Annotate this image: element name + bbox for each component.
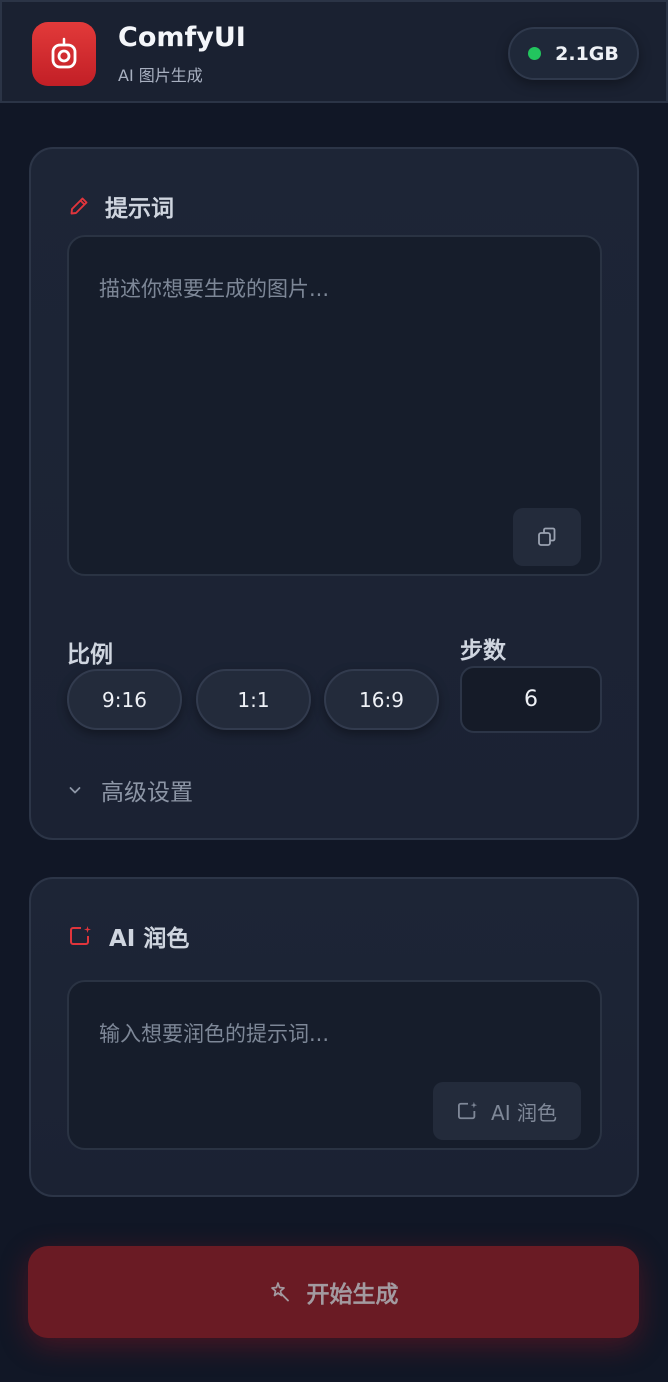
prompt-input[interactable]: 描述你想要生成的图片... [67,235,602,576]
ratio-button-16-9[interactable]: 16:9 [324,669,439,730]
generate-button[interactable]: 开始生成 [28,1246,639,1338]
prompt-title-label: 提示词 [105,196,174,222]
ai-polish-button-label: AI 润色 [491,1100,557,1125]
app-header: ComfyUI AI 图片生成 2.1GB [0,0,668,103]
ratio-button-1-1[interactable]: 1:1 [196,669,311,730]
ratio-label: 比例 [67,642,113,668]
status-dot-icon [528,47,542,60]
sparkle-image-icon [458,1101,478,1120]
steps-input[interactable]: 6 [460,666,602,733]
camera-icon [51,37,77,69]
copy-button[interactable] [513,508,581,566]
polish-section-title: AI 润色 [69,919,189,953]
generate-button-label: 开始生成 [306,1282,399,1308]
app-title: ComfyUI [118,22,246,53]
prompt-section-title: 提示词 [69,189,174,223]
wand-icon [270,1282,289,1302]
polish-title-label: AI 润色 [109,926,190,952]
steps-label: 步数 [460,638,506,664]
advanced-settings-toggle[interactable]: 高级设置 [67,773,193,807]
chevron-down-icon [69,787,81,794]
memory-status-badge[interactable]: 2.1GB [508,27,639,80]
polish-input[interactable]: 输入想要润色的提示词... AI 润色 [67,980,602,1150]
pencil-icon [70,197,88,215]
prompt-card: 提示词 描述你想要生成的图片... 比例 步数 9:16 1:1 16:9 6 … [29,147,639,840]
sparkle-image-icon [70,926,91,945]
memory-value: 2.1GB [555,42,619,65]
ratio-button-9-16[interactable]: 9:16 [67,669,182,730]
copy-icon [538,527,556,546]
ai-polish-button[interactable]: AI 润色 [433,1082,581,1140]
app-subtitle: AI 图片生成 [118,66,203,85]
advanced-settings-label: 高级设置 [101,780,193,806]
polish-card: AI 润色 输入想要润色的提示词... AI 润色 [29,877,639,1197]
app-logo [32,22,96,86]
polish-placeholder: 输入想要润色的提示词... [99,1022,330,1046]
prompt-placeholder: 描述你想要生成的图片... [99,277,330,301]
